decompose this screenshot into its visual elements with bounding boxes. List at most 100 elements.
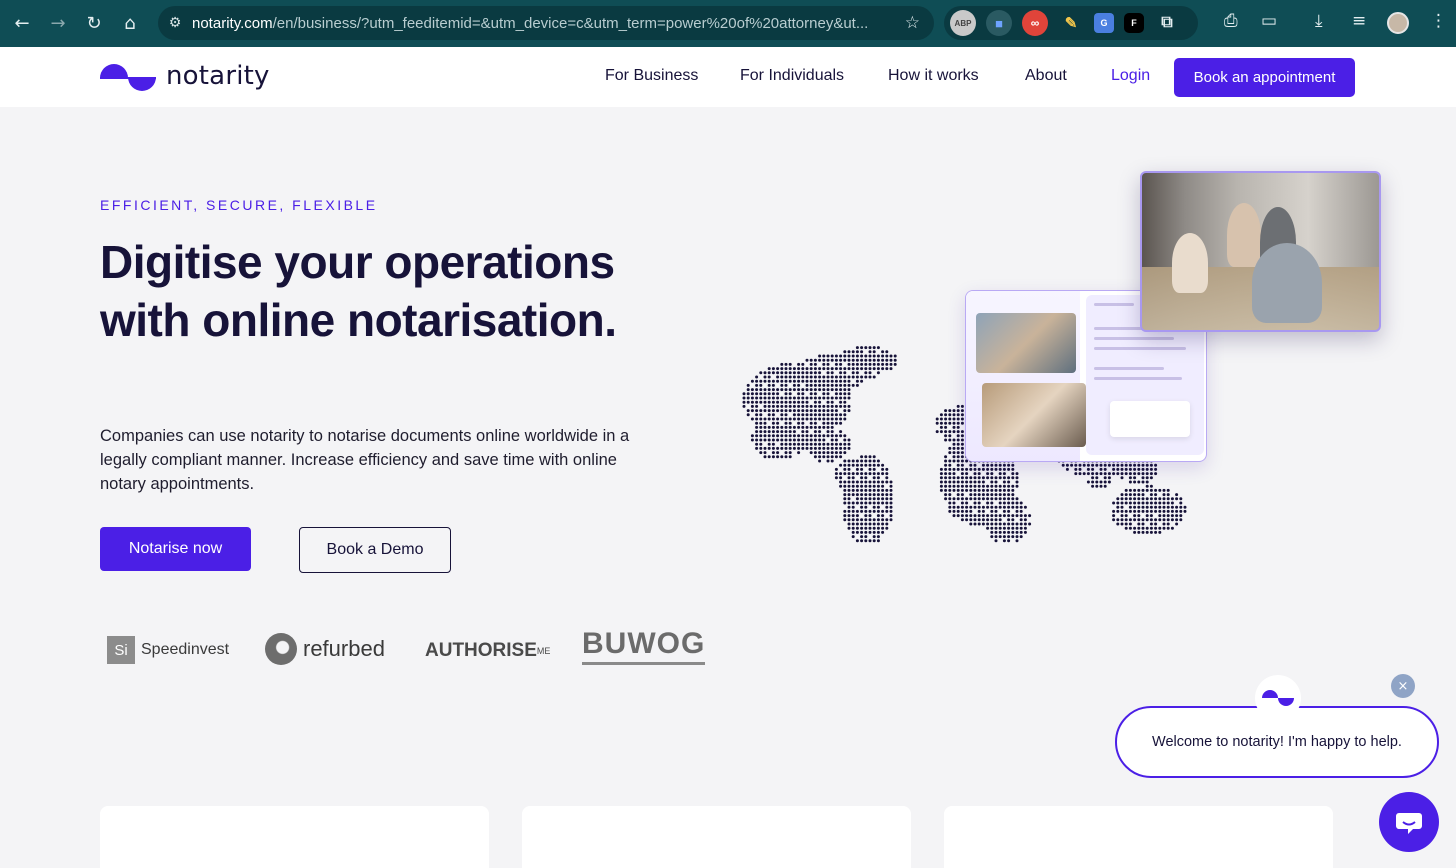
map-dot — [1175, 522, 1179, 526]
menu-kebab-icon[interactable]: ⋮ — [1430, 11, 1447, 31]
framer-icon[interactable]: F — [1124, 13, 1144, 33]
chat-close-button[interactable]: × — [1391, 674, 1415, 698]
map-dot — [1112, 509, 1116, 513]
map-dot — [939, 467, 943, 471]
map-dot — [784, 455, 788, 459]
bookmark-star-icon[interactable]: ☆ — [905, 13, 920, 33]
pen-icon[interactable]: ✎ — [1058, 10, 1084, 36]
nav-for-business[interactable]: For Business — [605, 67, 698, 85]
map-dot — [797, 362, 801, 366]
map-dot — [939, 425, 943, 429]
map-dot — [1011, 484, 1015, 488]
map-dot — [843, 480, 847, 484]
forward-icon[interactable]: → — [40, 5, 76, 41]
map-dot — [1011, 467, 1015, 471]
map-dot — [830, 388, 834, 392]
map-dot — [977, 514, 981, 518]
map-dot — [1145, 509, 1149, 513]
map-dot — [1007, 497, 1011, 501]
map-dot — [1149, 472, 1153, 476]
url-text[interactable]: notarity.com/en/business/?utm_feeditemid… — [192, 15, 892, 32]
map-dot — [801, 362, 805, 366]
adblock-icon[interactable]: ABP — [950, 10, 976, 36]
login-link[interactable]: Login — [1111, 67, 1150, 85]
book-demo-button[interactable]: Book a Demo — [299, 527, 451, 573]
reload-icon[interactable]: ↻ — [76, 5, 112, 41]
map-dot — [855, 362, 859, 366]
map-dot — [973, 463, 977, 467]
map-dot — [1078, 472, 1082, 476]
doc-line — [1094, 367, 1164, 370]
map-dot — [948, 505, 952, 509]
map-dot — [755, 413, 759, 417]
map-dot — [998, 467, 1002, 471]
book-appointment-button[interactable]: Book an appointment — [1174, 58, 1355, 97]
map-dot — [885, 509, 889, 513]
hero-eyebrow: EFFICIENT, SECURE, FLEXIBLE — [100, 197, 378, 213]
map-dot — [1154, 518, 1158, 522]
map-dot — [1116, 467, 1120, 471]
map-dot — [755, 400, 759, 404]
map-dot — [826, 375, 830, 379]
map-dot — [965, 484, 969, 488]
map-dot — [1141, 518, 1145, 522]
map-dot — [1112, 472, 1116, 476]
map-dot — [755, 425, 759, 429]
translate-icon[interactable]: G — [1094, 13, 1114, 33]
notarise-now-button[interactable]: Notarise now — [100, 527, 251, 571]
map-dot — [809, 388, 813, 392]
map-dot — [839, 480, 843, 484]
map-dot — [822, 358, 826, 362]
map-dot — [792, 442, 796, 446]
map-dot — [763, 396, 767, 400]
map-dot — [994, 467, 998, 471]
site-info-icon[interactable]: ⚙ — [158, 15, 192, 31]
download-icon[interactable]: ⤓ — [1315, 11, 1323, 31]
infinity-icon[interactable]: ∞ — [1022, 10, 1048, 36]
map-dot — [1154, 522, 1158, 526]
map-dot — [860, 375, 864, 379]
map-dot — [1015, 505, 1019, 509]
camera-icon[interactable]: ■ — [986, 10, 1012, 36]
map-dot — [767, 442, 771, 446]
map-dot — [834, 367, 838, 371]
map-dot — [1149, 530, 1153, 534]
map-dot — [771, 409, 775, 413]
map-dot — [759, 409, 763, 413]
map-dot — [876, 367, 880, 371]
map-dot — [788, 379, 792, 383]
map-dot — [876, 530, 880, 534]
map-dot — [1149, 509, 1153, 513]
map-dot — [956, 480, 960, 484]
back-icon[interactable]: ← — [4, 5, 40, 41]
map-dot — [767, 430, 771, 434]
print-icon[interactable]: ⎙ — [1224, 11, 1238, 31]
map-dot — [851, 488, 855, 492]
home-icon[interactable]: ⌂ — [112, 5, 148, 41]
map-dot — [818, 383, 822, 387]
map-dot — [990, 522, 994, 526]
cast-icon[interactable]: ▭ — [1261, 11, 1277, 31]
nav-about[interactable]: About — [1025, 67, 1067, 85]
map-dot — [839, 417, 843, 421]
puzzle-icon[interactable]: ⧉ — [1154, 10, 1180, 36]
map-dot — [956, 484, 960, 488]
map-dot — [1103, 463, 1107, 467]
logo-mark-icon — [100, 61, 158, 91]
map-dot — [956, 514, 960, 518]
address-bar[interactable]: ⚙ notarity.com/en/business/?utm_feeditem… — [158, 6, 934, 40]
map-dot — [939, 484, 943, 488]
map-dot — [805, 388, 809, 392]
map-dot — [759, 438, 763, 442]
notarity-logo[interactable]: notarity — [100, 61, 270, 91]
map-dot — [1137, 497, 1141, 501]
map-dot — [788, 421, 792, 425]
nav-for-individuals[interactable]: For Individuals — [740, 67, 844, 85]
chat-launcher-button[interactable] — [1379, 792, 1439, 852]
map-dot — [809, 362, 813, 366]
map-dot — [822, 451, 826, 455]
profile-avatar[interactable] — [1387, 12, 1409, 34]
map-dot — [981, 505, 985, 509]
nav-how-it-works[interactable]: How it works — [888, 67, 979, 85]
media-icon[interactable]: ≡ — [1352, 11, 1366, 31]
